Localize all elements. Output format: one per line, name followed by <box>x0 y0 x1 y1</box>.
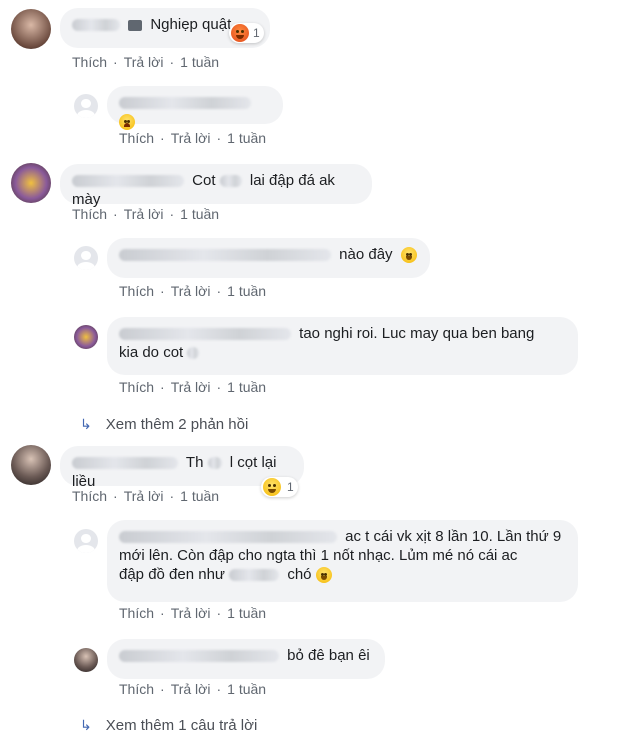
reply-link[interactable]: Trả lời <box>171 283 211 299</box>
comment-text: Cot <box>192 172 216 189</box>
like-link[interactable]: Thích <box>119 681 154 697</box>
rofl-emoji-icon <box>400 247 417 264</box>
redacted-name[interactable] <box>119 97 251 110</box>
reply-link[interactable]: Trả lời <box>171 605 211 621</box>
reply-actions: Thích · Trả lời · 1 tuần <box>119 130 267 146</box>
like-link[interactable]: Thích <box>119 130 154 146</box>
redacted-name[interactable] <box>119 650 279 663</box>
timestamp[interactable]: 1 tuần <box>227 379 266 395</box>
angry-face-icon <box>231 24 249 42</box>
see-more-replies-link[interactable]: ↳ Xem thêm 1 câu trả lời <box>80 717 257 734</box>
reply-link[interactable]: Trả lời <box>171 379 211 395</box>
message-icon <box>128 19 143 31</box>
reply-link[interactable]: Trả lời <box>124 488 164 504</box>
commenter-avatar[interactable] <box>11 445 51 485</box>
reply-link[interactable]: Trả lời <box>124 54 164 70</box>
redacted-word <box>187 347 200 360</box>
comment-actions: Thích · Trả lời · 1 tuần <box>72 488 220 504</box>
reply-link[interactable]: Trả lời <box>124 206 164 222</box>
redacted-name[interactable] <box>119 328 291 341</box>
reply-actions: Thích · Trả lời · 1 tuần <box>119 283 267 299</box>
like-link[interactable]: Thích <box>119 283 154 299</box>
reply-bubble: tao nghi roi. Luc may qua ben bang kia d… <box>107 317 578 375</box>
reaction-count: 1 <box>287 480 294 494</box>
reply-text: chó <box>287 566 312 583</box>
like-link[interactable]: Thích <box>72 206 107 222</box>
reply-actions: Thích · Trả lời · 1 tuần <box>119 379 267 395</box>
reaction-count: 1 <box>253 26 260 40</box>
timestamp[interactable]: 1 tuần <box>227 130 266 146</box>
commenter-avatar[interactable] <box>11 9 51 49</box>
reply-text: mới lên. Còn đập cho ngta thì 1 nốt nhạc… <box>119 547 518 564</box>
reply-bubble: nào đây <box>107 238 430 278</box>
redacted-name[interactable] <box>72 457 178 470</box>
reply-text: tao nghi roi. Luc may qua ben bang <box>299 325 535 342</box>
timestamp[interactable]: 1 tuần <box>227 605 266 621</box>
redacted-name[interactable] <box>119 531 337 544</box>
comment-bubble: Cot lai đập đá ak mày <box>60 164 372 208</box>
laughing-face-icon <box>263 478 281 496</box>
reply-text: ac t cái vk xịt 8 lần 10. Lần thứ 9 <box>345 528 562 545</box>
commenter-avatar[interactable] <box>74 648 98 672</box>
default-avatar-icon[interactable] <box>74 94 98 118</box>
redacted-name[interactable] <box>119 249 331 262</box>
comment-text: Th <box>185 454 204 471</box>
like-link[interactable]: Thích <box>119 605 154 621</box>
commenter-avatar[interactable] <box>11 163 51 203</box>
reply-link[interactable]: Trả lời <box>171 681 211 697</box>
timestamp[interactable]: 1 tuần <box>227 681 266 697</box>
timestamp[interactable]: 1 tuần <box>227 283 266 299</box>
see-more-label[interactable]: Xem thêm 1 câu trả lời <box>106 717 258 734</box>
reply-text: nào đây <box>339 246 393 263</box>
reply-bubble: ac t cái vk xịt 8 lần 10. Lần thứ 9 mới … <box>107 520 578 602</box>
sad-face-icon <box>119 114 135 131</box>
timestamp[interactable]: 1 tuần <box>180 488 219 504</box>
reply-bubble <box>107 86 283 131</box>
reply-bubble: bỏ đê bạn êi <box>107 639 385 679</box>
redacted-word <box>219 175 242 188</box>
redacted-word <box>207 457 222 470</box>
default-avatar-icon[interactable] <box>74 246 98 270</box>
reply-link[interactable]: Trả lời <box>171 130 211 146</box>
like-link[interactable]: Thích <box>119 379 154 395</box>
default-avatar-icon[interactable] <box>74 529 98 553</box>
comment-actions: Thích · Trả lời · 1 tuần <box>72 54 220 70</box>
timestamp[interactable]: 1 tuần <box>180 206 219 222</box>
redacted-name[interactable] <box>72 175 184 188</box>
reaction-badge[interactable]: 1 <box>229 23 264 43</box>
see-more-label[interactable]: Xem thêm 2 phản hồi <box>106 416 249 433</box>
reply-actions: Thích · Trả lời · 1 tuần <box>119 681 267 697</box>
reply-text: kia do cot <box>119 344 184 361</box>
see-more-replies-link[interactable]: ↳ Xem thêm 2 phản hồi <box>80 416 248 433</box>
reply-text: đập đồ đen như <box>119 566 225 583</box>
reaction-badge[interactable]: 1 <box>261 477 298 497</box>
timestamp[interactable]: 1 tuần <box>180 54 219 70</box>
reply-text: bỏ đê bạn êi <box>287 647 370 664</box>
reply-actions: Thích · Trả lời · 1 tuần <box>119 605 267 621</box>
reply-arrow-icon: ↳ <box>80 416 92 432</box>
comment-text: Nghiẹp quật <box>150 16 232 33</box>
commenter-avatar[interactable] <box>74 325 98 349</box>
redacted-name[interactable] <box>72 19 120 32</box>
redacted-word <box>229 569 280 582</box>
comment-actions: Thích · Trả lời · 1 tuần <box>72 206 220 222</box>
rofl-emoji-icon <box>315 567 332 584</box>
like-link[interactable]: Thích <box>72 488 107 504</box>
like-link[interactable]: Thích <box>72 54 107 70</box>
reply-arrow-icon: ↳ <box>80 717 92 733</box>
